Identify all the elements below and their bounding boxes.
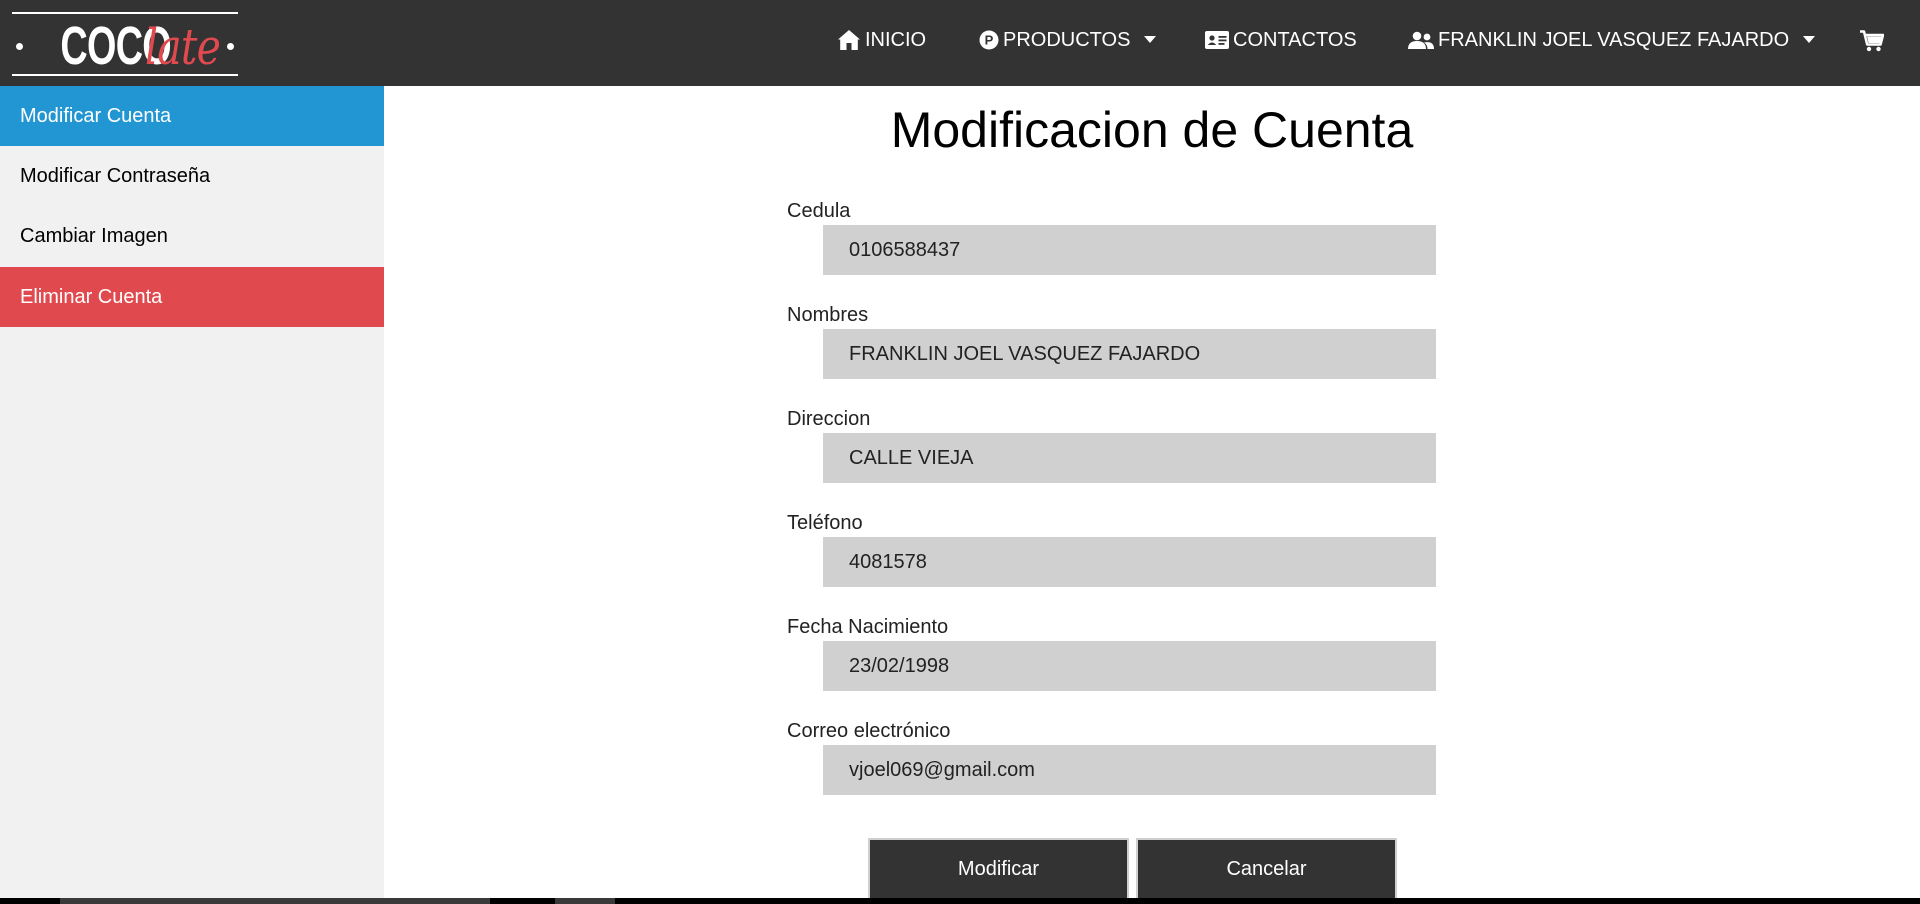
direccion-label: Direccion bbox=[787, 408, 871, 430]
nav-contactos-label: CONTACTOS bbox=[1233, 28, 1357, 51]
scrollbar-thumb[interactable] bbox=[60, 898, 490, 904]
logo-late-text: late bbox=[145, 18, 221, 76]
nombres-label: Nombres bbox=[787, 304, 869, 326]
cancelar-button[interactable]: Cancelar bbox=[1136, 838, 1397, 900]
modificar-button[interactable]: Modificar bbox=[868, 838, 1129, 900]
fecha-nacimiento-field[interactable]: 23/02/1998 bbox=[823, 641, 1436, 691]
svg-text:P: P bbox=[985, 33, 994, 48]
users-icon bbox=[1408, 31, 1434, 49]
nombres-field[interactable]: FRANKLIN JOEL VASQUEZ FAJARDO bbox=[823, 329, 1436, 379]
sidebar: Modificar Cuenta Modificar Contraseña Ca… bbox=[0, 86, 384, 898]
horizontal-scrollbar[interactable] bbox=[0, 898, 1920, 904]
logo-wordmark: COCOlate bbox=[12, 19, 238, 74]
nav-contactos[interactable]: CONTACTOS bbox=[1205, 26, 1357, 54]
cart-icon bbox=[1860, 30, 1884, 52]
sidebar-item-modificar-cuenta[interactable]: Modificar Cuenta bbox=[0, 86, 384, 146]
correo-field[interactable]: vjoel069@gmail.com bbox=[823, 745, 1436, 795]
scrollbar-segment bbox=[555, 898, 615, 904]
home-icon bbox=[837, 29, 861, 51]
direccion-field[interactable]: CALLE VIEJA bbox=[823, 433, 1436, 483]
fecha-nacimiento-label: Fecha Nacimiento bbox=[787, 616, 949, 638]
nav-inicio-label: INICIO bbox=[865, 28, 927, 51]
cedula-label: Cedula bbox=[787, 200, 851, 222]
logo-dot bbox=[227, 43, 234, 50]
id-card-icon bbox=[1205, 31, 1229, 49]
sidebar-item-cambiar-imagen[interactable]: Cambiar Imagen bbox=[0, 206, 384, 266]
sidebar-item-eliminar-cuenta[interactable]: Eliminar Cuenta bbox=[0, 267, 384, 327]
cocolate-logo[interactable]: COCOlate bbox=[12, 12, 238, 76]
nav-productos[interactable]: P PRODUCTOS bbox=[979, 26, 1157, 54]
telefono-field[interactable]: 4081578 bbox=[823, 537, 1436, 587]
sidebar-item-modificar-contrasena[interactable]: Modificar Contraseña bbox=[0, 146, 384, 206]
chevron-down-icon bbox=[1144, 36, 1157, 44]
telefono-label: Teléfono bbox=[787, 512, 863, 534]
nav-productos-label: PRODUCTOS bbox=[1003, 28, 1131, 51]
cedula-field[interactable]: 0106588437 bbox=[823, 225, 1436, 275]
top-navbar: COCOlate INICIO P PRODUCTOS CONTACTOS FR… bbox=[0, 0, 1920, 86]
nav-user-menu[interactable]: FRANKLIN JOEL VASQUEZ FAJARDO bbox=[1408, 26, 1816, 54]
p-circle-icon: P bbox=[979, 30, 999, 50]
cart-button[interactable] bbox=[1860, 27, 1884, 55]
correo-label: Correo electrónico bbox=[787, 720, 951, 742]
nav-inicio[interactable]: INICIO bbox=[837, 26, 926, 54]
page-title: Modificacion de Cuenta bbox=[890, 102, 1414, 158]
nav-user-label: FRANKLIN JOEL VASQUEZ FAJARDO bbox=[1438, 28, 1790, 51]
chevron-down-icon bbox=[1803, 36, 1816, 44]
